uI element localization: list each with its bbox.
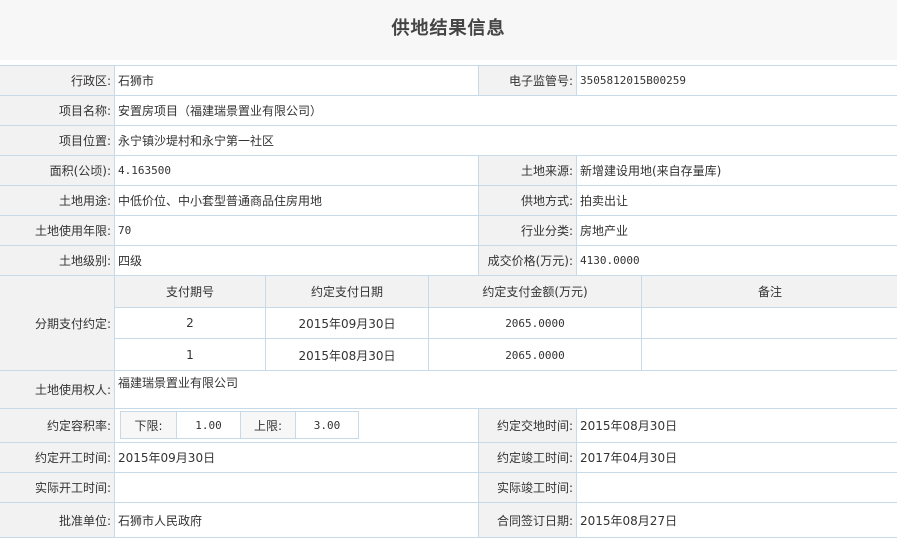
row-project-name: 项目名称: 安置房项目（福建瑞景置业有限公司） (0, 95, 897, 125)
approval-unit-label: 批准单位: (0, 503, 114, 537)
far-label: 约定容积率: (0, 409, 114, 442)
header-note: 备注 (757, 285, 782, 299)
amount-cell: 2065.0000 (429, 308, 642, 338)
table-row: 1 2015年08月30日 2065.0000 (115, 339, 897, 371)
date-cell: 2015年09月30日 (266, 308, 429, 338)
use-years-label: 土地使用年限: (0, 216, 114, 245)
land-source-label: 土地来源: (478, 156, 576, 185)
installment-label: 分期支付约定: (0, 276, 114, 370)
district-label: 行政区: (0, 66, 114, 95)
completion-time-label: 约定竣工时间: (478, 443, 576, 472)
industry-label: 行业分类: (478, 216, 576, 245)
row-land-use: 土地用途: 中低价位、中小套型普通商品住房用地 供地方式: 拍卖出让 (0, 185, 897, 215)
delivery-time-value: 2015年08月30日 (576, 409, 897, 442)
land-use-label: 土地用途: (0, 186, 114, 215)
supervision-no-value: 3505812015B00259 (576, 66, 897, 95)
start-time-label: 约定开工时间: (0, 443, 114, 472)
note-cell (642, 339, 897, 371)
far-upper-value: 3.00 (295, 411, 359, 439)
contract-date-label: 合同签订日期: (478, 503, 576, 537)
project-name-label: 项目名称: (0, 96, 114, 125)
far-lower-value: 1.00 (176, 411, 241, 439)
period-cell: 2 (115, 308, 266, 338)
project-name-value: 安置房项目（福建瑞景置业有限公司） (114, 96, 897, 125)
actual-start-value (114, 473, 478, 502)
far-container: 下限: 1.00 上限: 3.00 (114, 409, 478, 442)
price-value: 4130.0000 (576, 246, 897, 275)
header-date: 约定支付日期 (266, 276, 429, 307)
title-bar: 供地结果信息 (0, 0, 897, 60)
header-amount: 约定支付金额(万元) (429, 276, 642, 307)
header-period: 支付期号 (115, 276, 266, 307)
supply-method-value: 拍卖出让 (576, 186, 897, 215)
approval-unit-value: 石狮市人民政府 (114, 503, 478, 537)
row-use-years: 土地使用年限: 70 行业分类: 房地产业 (0, 215, 897, 245)
actual-completion-value (576, 473, 897, 502)
land-use-value: 中低价位、中小套型普通商品住房用地 (114, 186, 478, 215)
land-user-label: 土地使用权人: (0, 371, 114, 408)
installment-table: 支付期号 约定支付日期 约定支付金额(万元) 备注 2 2015年09月30日 … (114, 276, 897, 371)
row-start-time: 约定开工时间: 2015年09月30日 约定竣工时间: 2017年04月30日 (0, 442, 897, 472)
far-lower-label: 下限: (120, 411, 177, 439)
installment-header-row: 支付期号 约定支付日期 约定支付金额(万元) 备注 (115, 276, 897, 308)
land-user-value: 福建瑞景置业有限公司 (114, 371, 897, 408)
date-cell: 2015年08月30日 (266, 339, 429, 371)
actual-completion-label: 实际竣工时间: (478, 473, 576, 502)
row-actual-start: 实际开工时间: 实际竣工时间: (0, 472, 897, 502)
completion-time-value: 2017年04月30日 (576, 443, 897, 472)
area-value: 4.163500 (114, 156, 478, 185)
project-location-label: 项目位置: (0, 126, 114, 155)
land-level-value: 四级 (114, 246, 478, 275)
amount-cell: 2065.0000 (429, 339, 642, 371)
actual-start-label: 实际开工时间: (0, 473, 114, 502)
supply-method-label: 供地方式: (478, 186, 576, 215)
contract-date-value: 2015年08月27日 (576, 503, 897, 537)
row-approval: 批准单位: 石狮市人民政府 合同签订日期: 2015年08月27日 (0, 502, 897, 538)
land-source-value: 新增建设用地(来自存量库) (576, 156, 897, 185)
district-value: 石狮市 (114, 66, 478, 95)
table-row: 2 2015年09月30日 2065.0000 (115, 308, 897, 339)
row-area: 面积(公顷): 4.163500 土地来源: 新增建设用地(来自存量库) (0, 155, 897, 185)
price-label: 成交价格(万元): (478, 246, 576, 275)
start-time-value: 2015年09月30日 (114, 443, 478, 472)
project-location-value: 永宁镇沙堤村和永宁第一社区 (114, 126, 897, 155)
use-years-value: 70 (114, 216, 478, 245)
period-cell: 1 (115, 339, 266, 371)
delivery-time-label: 约定交地时间: (478, 409, 576, 442)
row-project-location: 项目位置: 永宁镇沙堤村和永宁第一社区 (0, 125, 897, 155)
row-far: 约定容积率: 下限: 1.00 上限: 3.00 约定交地时间: 2015年08… (0, 408, 897, 442)
supervision-no-label: 电子监管号: (478, 66, 576, 95)
row-installment: 分期支付约定: 支付期号 约定支付日期 约定支付金额(万元) 备注 2 2015… (0, 275, 897, 371)
land-level-label: 土地级别: (0, 246, 114, 275)
row-land-user: 土地使用权人: 福建瑞景置业有限公司 (0, 370, 897, 408)
row-district: 行政区: 石狮市 电子监管号: 3505812015B00259 (0, 65, 897, 95)
note-cell (642, 308, 897, 338)
page-title: 供地结果信息 (391, 18, 506, 39)
row-land-level: 土地级别: 四级 成交价格(万元): 4130.0000 (0, 245, 897, 275)
industry-value: 房地产业 (576, 216, 897, 245)
far-upper-label: 上限: (240, 411, 296, 439)
area-label: 面积(公顷): (0, 156, 114, 185)
